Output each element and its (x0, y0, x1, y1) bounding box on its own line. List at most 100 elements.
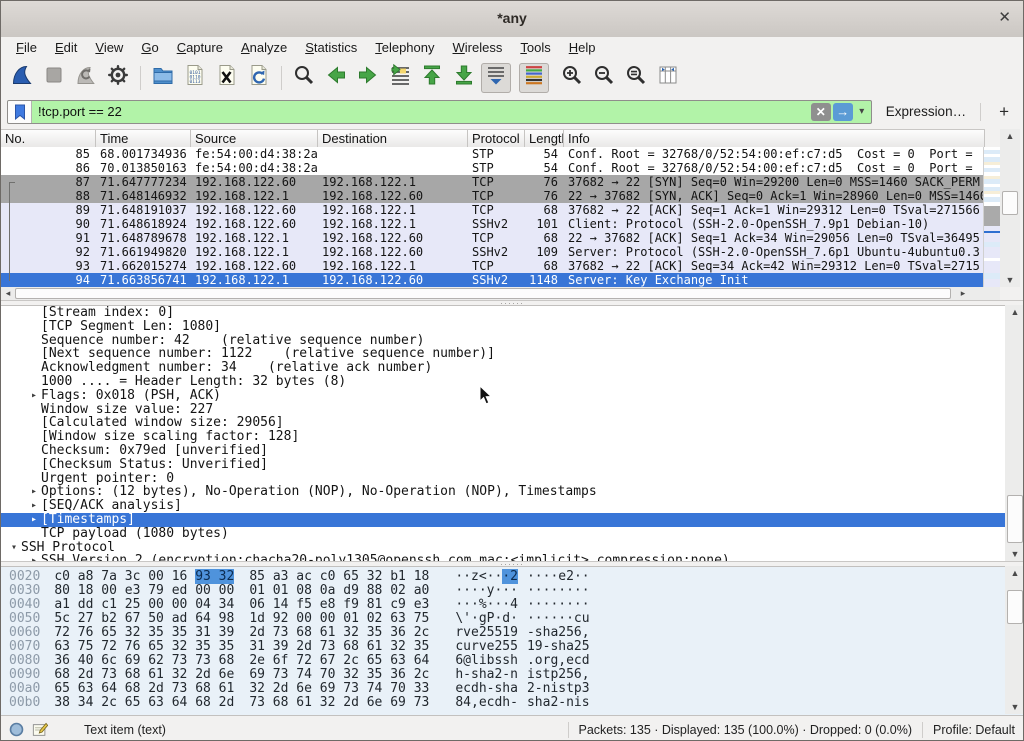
hex-hx1[interactable]: 5c 27 b2 67 50 ad 64 98 (54, 612, 234, 626)
hex-ha2[interactable]: -sha256, (527, 626, 590, 640)
detail-line[interactable]: [Checksum Status: Unverified] (1, 458, 1024, 472)
scrollbar-thumb[interactable] (1002, 191, 1018, 215)
menu-capture[interactable]: Capture (168, 37, 232, 59)
go-first-button[interactable] (417, 63, 447, 93)
expander-open-icon[interactable]: ▾ (7, 541, 21, 555)
hex-hx1[interactable]: a1 dd c1 25 00 00 04 34 (54, 598, 234, 612)
hex-ha2[interactable]: istp256, (527, 668, 590, 682)
scroll-right-icon[interactable]: ▸ (956, 287, 970, 300)
packet-row-92[interactable]: 9271.661949820192.168.122.1192.168.122.6… (1, 245, 985, 259)
detail-line[interactable]: ▸[SEQ/ACK analysis] (1, 499, 1024, 513)
packet-row-88[interactable]: 8871.648146932192.168.122.1192.168.122.6… (1, 189, 985, 203)
hex-hx1[interactable]: 63 75 72 76 65 32 35 35 (54, 640, 234, 654)
detail-line[interactable]: [Window size scaling factor: 128] (1, 430, 1024, 444)
capture-options-button[interactable] (103, 63, 133, 93)
expander-collapsed-icon[interactable]: ▸ (27, 485, 41, 499)
hex-row-0020[interactable]: 0020c0 a8 7a 3c 00 16 93 3285 a3 ac c0 6… (1, 570, 1024, 584)
hex-ha1[interactable]: ···%···4 (455, 598, 518, 612)
hex-ha1[interactable]: h-sha2-n (455, 668, 518, 682)
hex-ha2[interactable]: ······cu (527, 612, 590, 626)
hex-hx2[interactable]: 01 01 08 0a d9 88 02 a0 (249, 584, 429, 598)
hex-ha2[interactable]: ····e2·· (527, 570, 590, 584)
hex-hx1[interactable]: 68 2d 73 68 61 32 2d 6e (54, 668, 234, 682)
hex-ha1[interactable]: ecdh-sha (455, 682, 518, 696)
menu-statistics[interactable]: Statistics (296, 37, 366, 59)
hex-ha2[interactable]: .org,ecd (527, 654, 590, 668)
column-header-time[interactable]: Time (96, 130, 191, 148)
detail-line[interactable]: [Stream index: 0] (1, 306, 1024, 320)
hex-row-00a0[interactable]: 00a065 63 64 68 2d 73 68 6132 2d 6e 69 7… (1, 682, 1024, 696)
go-back-button[interactable] (321, 63, 351, 93)
save-file-button[interactable]: 010101100113 (180, 63, 210, 93)
zoom-reset-button[interactable] (621, 63, 651, 93)
hex-ha1[interactable]: ····y··· (455, 584, 518, 598)
detail-line[interactable]: Sequence number: 42 (relative sequence n… (1, 334, 1024, 348)
menu-go[interactable]: Go (132, 37, 167, 59)
hex-row-0040[interactable]: 0040a1 dd c1 25 00 00 04 3406 14 f5 e8 f… (1, 598, 1024, 612)
menu-tools[interactable]: Tools (511, 37, 559, 59)
auto-scroll-button[interactable] (481, 63, 511, 93)
display-filter-input[interactable]: !tcp.port == 22 ✕ → ▾ (7, 100, 872, 124)
column-header-no[interactable]: No. (1, 130, 96, 148)
expert-info-icon[interactable] (9, 722, 24, 737)
scroll-up-icon[interactable]: ▲ (1000, 129, 1020, 143)
hex-vscrollbar[interactable]: ▲ ▼ (1005, 566, 1024, 714)
column-header-info[interactable]: Info (564, 130, 985, 148)
menu-edit[interactable]: Edit (46, 37, 86, 59)
hex-hx2[interactable]: 69 73 74 70 32 35 36 2c (249, 668, 429, 682)
hex-hx2[interactable]: 2e 6f 72 67 2c 65 63 64 (249, 654, 429, 668)
scroll-down-icon[interactable]: ▼ (1005, 547, 1024, 561)
hex-hx2[interactable]: 2d 73 68 61 32 35 36 2c (249, 626, 429, 640)
expander-collapsed-icon[interactable]: ▸ (27, 389, 41, 403)
hex-row-0030[interactable]: 003080 18 00 e3 79 ed 00 0001 01 08 0a d… (1, 584, 1024, 598)
detail-line[interactable]: [Calculated window size: 29056] (1, 416, 1024, 430)
hex-ha2[interactable]: ········ (527, 584, 590, 598)
close-window-button[interactable]: ✕ (998, 9, 1011, 27)
column-header-source[interactable]: Source (191, 130, 318, 148)
hex-ha1[interactable]: rve25519 (455, 626, 518, 640)
hex-hx1[interactable]: 80 18 00 e3 79 ed 00 00 (54, 584, 234, 598)
hex-ha1[interactable]: curve255 (455, 640, 518, 654)
hex-ha1[interactable]: 84,ecdh- (455, 696, 518, 710)
column-header-length[interactable]: Length (525, 130, 564, 148)
profile-text[interactable]: Profile: Default (933, 723, 1023, 737)
packet-row-89[interactable]: 8971.648191037192.168.122.60192.168.122.… (1, 203, 985, 217)
intelligent-scrollbar-minimap[interactable] (983, 147, 1001, 287)
hex-hx2[interactable]: 06 14 f5 e8 f9 81 c9 e3 (249, 598, 429, 612)
detail-line[interactable]: ▾SSH Protocol (1, 541, 1024, 555)
hex-hx2[interactable]: 1d 92 00 00 01 02 63 75 (249, 612, 429, 626)
capture-start-button[interactable] (7, 63, 37, 93)
packet-row-91[interactable]: 9171.648789678192.168.122.1192.168.122.6… (1, 231, 985, 245)
filter-apply-button[interactable]: → (833, 103, 853, 121)
hex-ha2[interactable]: 2-nistp3 (527, 682, 590, 696)
zoom-out-button[interactable] (589, 63, 619, 93)
hex-hx2[interactable]: 85 a3 ac c0 65 32 b1 18 (249, 570, 429, 584)
hex-ha2[interactable]: 19-sha25 (527, 640, 590, 654)
hex-ha1[interactable]: 6@libssh (455, 654, 518, 668)
hex-hx1[interactable]: 36 40 6c 69 62 73 73 68 (54, 654, 234, 668)
packet-row-90[interactable]: 9071.648618924192.168.122.60192.168.122.… (1, 217, 985, 231)
detail-line[interactable]: [Next sequence number: 1122 (relative se… (1, 347, 1024, 361)
go-to-packet-button[interactable] (385, 63, 415, 93)
hex-ha2[interactable]: ········ (527, 598, 590, 612)
filter-bookmark-button[interactable] (8, 101, 32, 123)
hex-row-0060[interactable]: 006072 76 65 32 35 35 31 392d 73 68 61 3… (1, 626, 1024, 640)
column-header-protocol[interactable]: Protocol (468, 130, 525, 148)
detail-line[interactable]: Acknowledgment number: 34 (relative ack … (1, 361, 1024, 375)
hex-hx1[interactable]: 38 34 2c 65 63 64 68 2d (54, 696, 234, 710)
packet-row-93[interactable]: 9371.662015274192.168.122.60192.168.122.… (1, 259, 985, 273)
hex-hx1[interactable]: c0 a8 7a 3c 00 16 93 32 (54, 570, 234, 584)
hex-ha1[interactable]: \'·gP·d· (455, 612, 518, 626)
go-last-button[interactable] (449, 63, 479, 93)
detail-line[interactable]: TCP payload (1080 bytes) (1, 527, 1024, 541)
hex-row-0090[interactable]: 009068 2d 73 68 61 32 2d 6e69 73 74 70 3… (1, 668, 1024, 682)
menu-file[interactable]: File (7, 37, 46, 59)
packet-row-86[interactable]: 8670.013850163fe:54:00:d4:38:2aSTP54Conf… (1, 161, 985, 175)
capture-stop-button[interactable] (39, 63, 69, 93)
column-header-destination[interactable]: Destination (318, 130, 468, 148)
detail-line[interactable]: Window size value: 227 (1, 403, 1024, 417)
colorize-button[interactable] (519, 63, 549, 93)
detail-line[interactable]: [TCP Segment Len: 1080] (1, 320, 1024, 334)
resize-columns-button[interactable] (653, 63, 683, 93)
hex-hx1[interactable]: 65 63 64 68 2d 73 68 61 (54, 682, 234, 696)
